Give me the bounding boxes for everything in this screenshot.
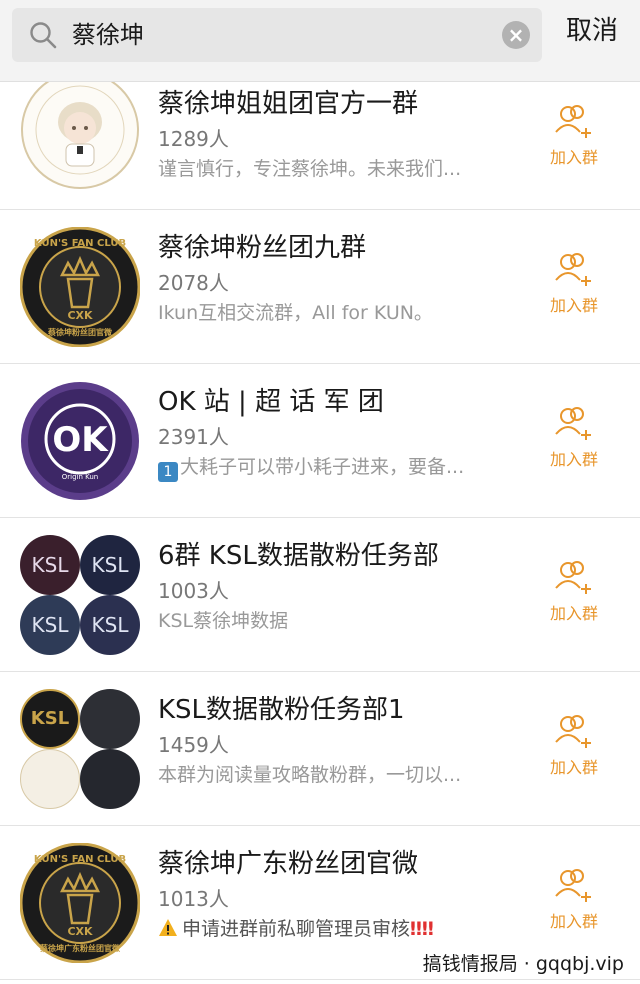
join-group-button[interactable]: 加入群 [544, 250, 604, 316]
avatar-ring: 蔡徐坤粉丝团官微 [47, 327, 112, 337]
add-user-icon [555, 869, 591, 902]
avatar-tile-text: KSL [31, 553, 69, 577]
add-user-icon [555, 105, 591, 138]
add-user-icon [555, 715, 591, 748]
avatar-ring: 蔡徐坤广东粉丝团官微 [39, 943, 120, 953]
member-count: 1003人 [158, 579, 229, 603]
join-label: 加入群 [549, 450, 598, 469]
group-name: 蔡徐坤姐姐团官方一群 [158, 89, 419, 119]
avatar-tile [80, 749, 140, 809]
avatar-tile: KSL [80, 595, 140, 655]
join-group-button[interactable]: 加入群 [544, 866, 604, 932]
join-group-button[interactable]: 加入群 [544, 404, 604, 470]
member-count: 1289人 [158, 127, 229, 151]
search-bar: 蔡徐坤 × 取消 [0, 0, 640, 82]
member-count: 2078人 [158, 271, 229, 295]
list-item[interactable]: OK Origin Kun OK 站 | 超 话 军 团 2391人 1 大耗子可… [0, 364, 640, 518]
avatar-tile: KSL [20, 595, 80, 655]
member-count: 2391人 [158, 425, 229, 449]
avatar-title: KUN'S FAN CLUB [34, 238, 126, 249]
avatar-sub: Origin Kun [62, 473, 99, 481]
add-user-icon [555, 407, 591, 440]
search-query: 蔡徐坤 [72, 21, 144, 49]
join-label: 加入群 [549, 758, 598, 777]
avatar-tile: KSL [20, 535, 80, 595]
join-group-button[interactable]: 加入群 [544, 558, 604, 624]
avatar-tile: KSL [80, 535, 140, 595]
avatar-tile-text: KSL [91, 613, 129, 637]
search-icon [30, 22, 57, 49]
avatar: CXK KUN'S FAN CLUB 蔡徐坤粉丝团官微 [19, 226, 141, 348]
join-label: 加入群 [549, 296, 598, 315]
group-desc: Ikun互相交流群，All for KUN。 [158, 302, 433, 324]
clear-icon[interactable]: × [502, 21, 530, 49]
join-group-button[interactable]: 加入群 [544, 712, 604, 778]
search-input[interactable]: 蔡徐坤 × [12, 8, 542, 62]
add-user-icon [555, 253, 591, 286]
group-desc-text: 大耗子可以带小耗子进来，要备... [180, 456, 465, 478]
group-list: 蔡徐坤姐姐团官方一群 1289人 谨言慎行，专注蔡徐坤。未来我们... 加入群 … [0, 82, 640, 980]
avatar-title: OK [52, 420, 109, 460]
join-label: 加入群 [549, 604, 598, 623]
double-exclamation-icon: ‼‼ [410, 918, 434, 940]
group-desc: 谨言慎行，专注蔡徐坤。未来我们... [158, 158, 462, 180]
group-name: 蔡徐坤广东粉丝团官微 [158, 849, 419, 879]
avatar-tile-text: KSL [91, 553, 129, 577]
avatar: KSL [20, 689, 140, 809]
watermark: 搞钱情报局 · gqqbj.vip [416, 947, 630, 978]
cancel-button[interactable]: 取消 [566, 14, 618, 48]
avatar-tile [20, 749, 80, 809]
avatar-tile-text: KSL [31, 613, 69, 637]
group-desc-text: 申请进群前私聊管理员审核 [182, 918, 411, 940]
avatar-tile [80, 689, 140, 749]
keycap-one-icon: 1 [158, 462, 178, 482]
list-item[interactable]: KSL KSL KSL KSL 6群 KSL数据散粉任务部 1003人 KSL蔡… [0, 518, 640, 672]
avatar-sub: CXK [67, 309, 93, 322]
group-desc: 本群为阅读量攻略散粉群，一切以... [158, 764, 462, 786]
group-name: KSL数据散粉任务部1 [158, 695, 405, 725]
avatar: CXK KUN'S FAN CLUB 蔡徐坤广东粉丝团官微 [19, 842, 141, 964]
group-name: 6群 KSL数据散粉任务部 [158, 541, 439, 571]
group-desc: 1 大耗子可以带小耗子进来，要备... [158, 452, 530, 482]
avatar-tile: KSL [20, 689, 80, 749]
group-name: OK 站 | 超 话 军 团 [158, 387, 384, 417]
group-desc: 申请进群前私聊管理员审核‼‼ [158, 914, 530, 944]
join-label: 加入群 [549, 148, 598, 167]
group-name: 蔡徐坤粉丝团九群 [158, 233, 367, 263]
group-desc: KSL蔡徐坤数据 [158, 610, 289, 632]
list-item[interactable]: KSL KSL数据散粉任务部1 1459人 本群为阅读量攻略散粉群，一切以...… [0, 672, 640, 826]
join-label: 加入群 [549, 912, 598, 931]
avatar-tile-text: KSL [30, 708, 70, 729]
member-count: 1013人 [158, 887, 229, 911]
avatar: OK Origin Kun [20, 381, 140, 501]
member-count: 1459人 [158, 733, 229, 757]
avatar-title: KUN'S FAN CLUB [34, 854, 126, 865]
avatar-sub: CXK [67, 925, 93, 938]
avatar: KSL KSL KSL KSL [20, 535, 140, 655]
list-item[interactable]: 蔡徐坤姐姐团官方一群 1289人 谨言慎行，专注蔡徐坤。未来我们... 加入群 [0, 82, 640, 210]
join-group-button[interactable]: 加入群 [544, 102, 604, 168]
warning-icon [159, 919, 177, 936]
list-item[interactable]: CXK KUN'S FAN CLUB 蔡徐坤粉丝团官微 蔡徐坤粉丝团九群 207… [0, 210, 640, 364]
avatar [20, 82, 140, 192]
add-user-icon [555, 561, 591, 594]
